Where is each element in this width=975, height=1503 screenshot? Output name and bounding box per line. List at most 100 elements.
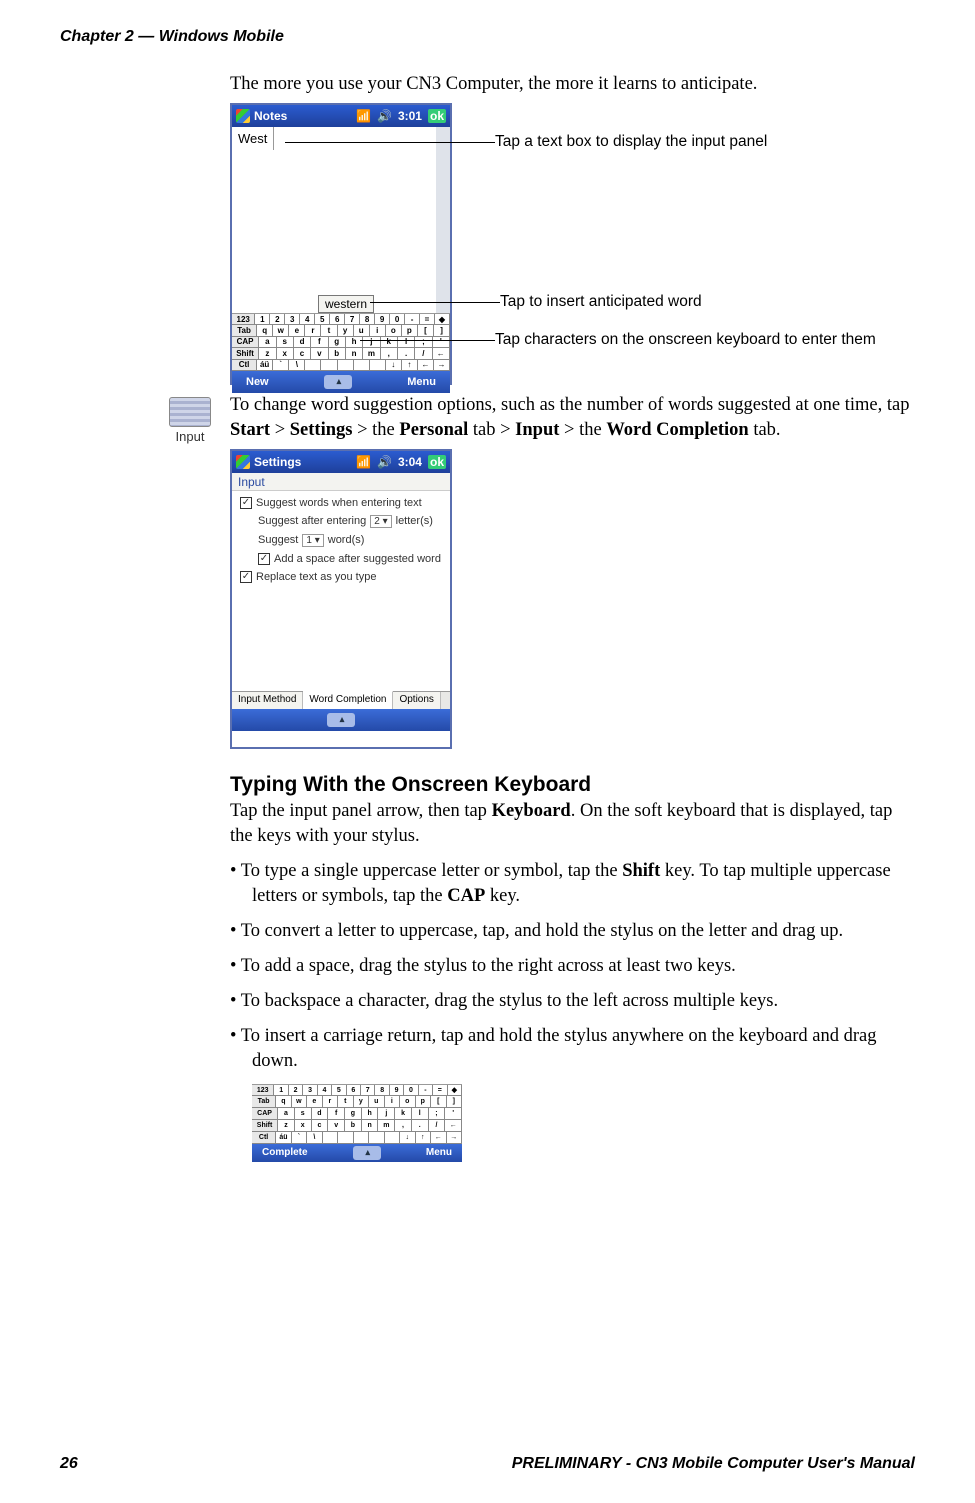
key-Shift[interactable]: Shift — [252, 1120, 278, 1131]
key-5[interactable]: 5 — [332, 1085, 346, 1096]
key-w[interactable]: w — [273, 325, 289, 335]
ok-button[interactable]: ok — [428, 109, 446, 123]
key-;[interactable]: ; — [415, 337, 432, 347]
key-áü[interactable]: áü — [257, 360, 273, 370]
key-7[interactable]: 7 — [345, 314, 360, 324]
key-áü[interactable]: áü — [276, 1132, 291, 1143]
key-8[interactable]: 8 — [375, 1085, 389, 1096]
onscreen-keyboard[interactable]: 1231234567890-=◆Tabqwertyuiop[]CAPasdfgh… — [232, 313, 450, 371]
key-←[interactable]: ← — [445, 1120, 462, 1131]
key-Ctl[interactable]: Ctl — [232, 360, 257, 370]
key-k[interactable]: k — [381, 337, 398, 347]
key-→[interactable]: → — [434, 360, 450, 370]
key--[interactable]: - — [405, 314, 420, 324]
softkey-complete[interactable]: Complete — [262, 1147, 308, 1158]
key-j[interactable]: j — [378, 1108, 395, 1119]
key-f[interactable]: f — [328, 1108, 345, 1119]
key-r[interactable]: r — [305, 325, 321, 335]
sip-toggle-icon[interactable] — [353, 1146, 381, 1160]
key-t[interactable]: t — [321, 325, 337, 335]
tab-options[interactable]: Options — [393, 692, 440, 709]
key-`[interactable]: ` — [273, 360, 289, 370]
checkbox-addspace[interactable]: ✓ — [258, 553, 270, 565]
key-0[interactable]: 0 — [404, 1085, 418, 1096]
key-i[interactable]: i — [370, 325, 386, 335]
key-o[interactable]: o — [400, 1096, 415, 1107]
key-↑[interactable]: ↑ — [416, 1132, 431, 1143]
key-e[interactable]: e — [307, 1096, 322, 1107]
key-n[interactable]: n — [362, 1120, 379, 1131]
key-,[interactable]: , — [395, 1120, 412, 1131]
key-s[interactable]: s — [295, 1108, 312, 1119]
key-Tab[interactable]: Tab — [252, 1096, 276, 1107]
dropdown-words[interactable]: 1 — [302, 534, 323, 547]
key-w[interactable]: w — [292, 1096, 307, 1107]
key-b[interactable]: b — [345, 1120, 362, 1131]
sip-toggle-icon[interactable] — [324, 375, 352, 389]
key-z[interactable]: z — [278, 1120, 295, 1131]
key-c[interactable]: c — [294, 348, 311, 358]
sip-toggle-icon[interactable] — [327, 713, 355, 727]
key-l[interactable]: l — [412, 1108, 429, 1119]
key-6[interactable]: 6 — [347, 1085, 361, 1096]
key-j[interactable]: j — [363, 337, 380, 347]
tab-input-method[interactable]: Input Method — [232, 692, 303, 709]
key-x[interactable]: x — [295, 1120, 312, 1131]
key-space[interactable] — [369, 1132, 384, 1143]
key-v[interactable]: v — [311, 348, 328, 358]
key-←[interactable]: ← — [431, 1132, 446, 1143]
key-l[interactable]: l — [398, 337, 415, 347]
key-1[interactable]: 1 — [255, 314, 270, 324]
key-p[interactable]: p — [402, 325, 418, 335]
key-\[interactable]: \ — [289, 360, 305, 370]
checkbox-suggest[interactable]: ✓ — [240, 497, 252, 509]
key-a[interactable]: a — [259, 337, 276, 347]
key-9[interactable]: 9 — [375, 314, 390, 324]
key-8[interactable]: 8 — [360, 314, 375, 324]
key-2[interactable]: 2 — [270, 314, 285, 324]
key-\[interactable]: \ — [307, 1132, 322, 1143]
softkey-menu[interactable]: Menu — [426, 1147, 452, 1158]
key-m[interactable]: m — [363, 348, 380, 358]
key-=[interactable]: = — [420, 314, 435, 324]
key-i[interactable]: i — [385, 1096, 400, 1107]
key-c[interactable]: c — [312, 1120, 329, 1131]
key-h[interactable]: h — [362, 1108, 379, 1119]
key-e[interactable]: e — [289, 325, 305, 335]
key-Shift[interactable]: Shift — [232, 348, 259, 358]
key-←[interactable]: ← — [418, 360, 434, 370]
checkbox-replace[interactable]: ✓ — [240, 571, 252, 583]
softkey-menu[interactable]: Menu — [407, 376, 436, 388]
key-123[interactable]: 123 — [252, 1085, 274, 1096]
key-space[interactable] — [385, 1132, 400, 1143]
key-'[interactable]: ' — [445, 1108, 462, 1119]
key-4[interactable]: 4 — [318, 1085, 332, 1096]
key-→[interactable]: → — [447, 1132, 462, 1143]
word-suggestion[interactable]: western — [318, 295, 374, 313]
key-123[interactable]: 123 — [232, 314, 255, 324]
key-←[interactable]: ← — [433, 348, 450, 358]
key-↓[interactable]: ↓ — [400, 1132, 415, 1143]
key--[interactable]: - — [419, 1085, 433, 1096]
key-r[interactable]: r — [323, 1096, 338, 1107]
key-d[interactable]: d — [312, 1108, 329, 1119]
key-f[interactable]: f — [311, 337, 328, 347]
key-,[interactable]: , — [381, 348, 398, 358]
key-][interactable]: ] — [434, 325, 450, 335]
key-[[interactable]: [ — [431, 1096, 446, 1107]
key-◆[interactable]: ◆ — [435, 314, 450, 324]
key-o[interactable]: o — [386, 325, 402, 335]
key-space[interactable] — [354, 1132, 369, 1143]
key-v[interactable]: v — [328, 1120, 345, 1131]
key-s[interactable]: s — [277, 337, 294, 347]
key-`[interactable]: ` — [292, 1132, 307, 1143]
key-u[interactable]: u — [354, 325, 370, 335]
key-↓[interactable]: ↓ — [386, 360, 402, 370]
key-y[interactable]: y — [338, 325, 354, 335]
key-0[interactable]: 0 — [390, 314, 405, 324]
key-b[interactable]: b — [329, 348, 346, 358]
key-space[interactable] — [305, 360, 321, 370]
key-space[interactable] — [323, 1132, 338, 1143]
key-][interactable]: ] — [447, 1096, 462, 1107]
key-;[interactable]: ; — [429, 1108, 446, 1119]
